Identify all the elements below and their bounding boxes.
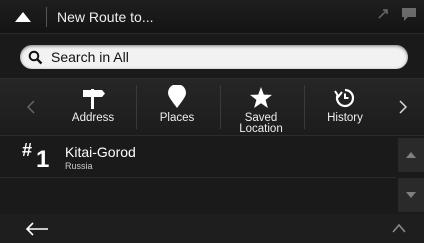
search-input[interactable] bbox=[49, 48, 393, 66]
result-row[interactable]: # 1 Kitai-Gorod Russia bbox=[0, 137, 396, 178]
title-divider bbox=[46, 7, 47, 27]
search-bar[interactable] bbox=[20, 45, 408, 69]
status-icons bbox=[376, 6, 418, 22]
back-arrow-icon[interactable] bbox=[24, 221, 50, 237]
triangle-up-icon bbox=[15, 11, 31, 22]
map-pin-icon bbox=[168, 85, 186, 108]
bottom-bar bbox=[0, 214, 424, 243]
chevron-left-icon bbox=[27, 100, 35, 114]
list-scroll-down-button[interactable] bbox=[398, 178, 424, 212]
scroll-left-button[interactable] bbox=[14, 79, 48, 135]
category-label: History bbox=[327, 112, 363, 124]
chevron-up-icon bbox=[406, 152, 416, 158]
category-saved-location[interactable]: Saved Location bbox=[220, 79, 302, 135]
result-country: Russia bbox=[65, 161, 93, 171]
chevron-up-icon[interactable] bbox=[392, 223, 406, 233]
up-button[interactable] bbox=[0, 0, 46, 33]
category-label: Places bbox=[159, 112, 195, 124]
category-label: Address bbox=[71, 112, 115, 124]
top-bar: New Route to... bbox=[0, 0, 424, 34]
chevron-right-icon bbox=[399, 100, 407, 114]
page-title: New Route to... bbox=[57, 9, 154, 25]
history-icon bbox=[334, 88, 355, 108]
message-icon[interactable] bbox=[400, 6, 418, 22]
list-scroll-up-button[interactable] bbox=[398, 138, 424, 172]
search-icon bbox=[28, 50, 43, 64]
category-label: Saved Location bbox=[239, 112, 283, 135]
chevron-down-icon bbox=[406, 192, 416, 198]
category-address[interactable]: Address bbox=[52, 79, 134, 135]
star-icon bbox=[250, 87, 272, 108]
rank-number: 1 bbox=[36, 146, 50, 173]
category-history[interactable]: History bbox=[304, 79, 386, 135]
signpost-icon bbox=[83, 89, 105, 109]
scroll-right-button[interactable] bbox=[386, 79, 420, 135]
gps-signal-icon bbox=[378, 9, 388, 19]
result-name: Kitai-Gorod bbox=[65, 144, 136, 160]
category-bar: Address Places Saved Location History bbox=[0, 78, 424, 136]
category-places[interactable]: Places bbox=[136, 79, 218, 135]
category-label-line-2: Location bbox=[239, 123, 283, 135]
rank-hash: # bbox=[22, 140, 33, 160]
